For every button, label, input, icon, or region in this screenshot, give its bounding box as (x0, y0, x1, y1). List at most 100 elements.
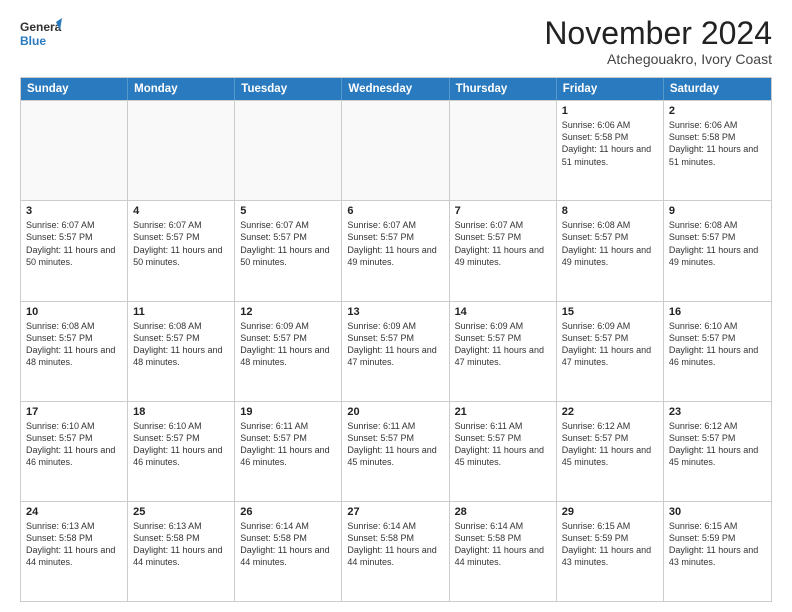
day-info: Sunrise: 6:14 AM Sunset: 5:58 PM Dayligh… (455, 521, 544, 567)
cal-cell: 23 Sunrise: 6:12 AM Sunset: 5:57 PM Dayli… (664, 402, 771, 501)
cal-cell: 12Sunrise: 6:09 AM Sunset: 5:57 PM Dayli… (235, 302, 342, 401)
day-number: 10 (26, 306, 122, 318)
day-info: Sunrise: 6:11 AM Sunset: 5:57 PM Dayligh… (347, 421, 436, 467)
day-number: 29 (562, 506, 658, 518)
day-info: Sunrise: 6:07 AM Sunset: 5:57 PM Dayligh… (26, 220, 115, 266)
cal-cell: 8 Sunrise: 6:08 AM Sunset: 5:57 PM Daylig… (557, 201, 664, 300)
cal-week-5: 24 Sunrise: 6:13 AM Sunset: 5:58 PM Dayli… (21, 501, 771, 601)
calendar-body: 1 Sunrise: 6:06 AM Sunset: 5:58 PM Daylig… (21, 100, 771, 601)
logo: General Blue (20, 16, 62, 52)
cal-cell: 28 Sunrise: 6:14 AM Sunset: 5:58 PM Dayli… (450, 502, 557, 601)
day-info: Sunrise: 6:15 AM Sunset: 5:59 PM Dayligh… (562, 521, 651, 567)
cal-cell (21, 101, 128, 200)
day-info: Sunrise: 6:09 AM Sunset: 5:57 PM Dayligh… (455, 321, 544, 367)
day-info: Sunrise: 6:11 AM Sunset: 5:57 PM Dayligh… (240, 421, 329, 467)
cal-cell: 11 Sunrise: 6:08 AM Sunset: 5:57 PM Dayli… (128, 302, 235, 401)
svg-text:General: General (20, 20, 62, 34)
day-info: Sunrise: 6:09 AM Sunset: 5:57 PM Dayligh… (347, 321, 436, 367)
cal-cell: 18 Sunrise: 6:10 AM Sunset: 5:57 PM Dayli… (128, 402, 235, 501)
day-number: 9 (669, 205, 766, 217)
day-number: 1 (562, 105, 658, 117)
day-info: Sunrise: 6:08 AM Sunset: 5:57 PM Dayligh… (26, 321, 115, 367)
day-number: 7 (455, 205, 551, 217)
logo-svg: General Blue (20, 16, 62, 52)
cal-cell: 27 Sunrise: 6:14 AM Sunset: 5:58 PM Dayli… (342, 502, 449, 601)
cal-cell: 21 Sunrise: 6:11 AM Sunset: 5:57 PM Dayli… (450, 402, 557, 501)
cal-header-cell: Wednesday (342, 78, 449, 100)
day-info: Sunrise: 6:13 AM Sunset: 5:58 PM Dayligh… (26, 521, 115, 567)
cal-cell: 1 Sunrise: 6:06 AM Sunset: 5:58 PM Daylig… (557, 101, 664, 200)
calendar: SundayMondayTuesdayWednesdayThursdayFrid… (20, 77, 772, 602)
cal-header-cell: Thursday (450, 78, 557, 100)
cal-cell: 13 Sunrise: 6:09 AM Sunset: 5:57 PM Dayli… (342, 302, 449, 401)
cal-header-cell: Sunday (21, 78, 128, 100)
cal-cell: 30Sunrise: 6:15 AM Sunset: 5:59 PM Dayli… (664, 502, 771, 601)
header: General Blue November 2024 Atchegouakro,… (20, 16, 772, 67)
cal-cell: 4 Sunrise: 6:07 AM Sunset: 5:57 PM Daylig… (128, 201, 235, 300)
cal-cell: 24 Sunrise: 6:13 AM Sunset: 5:58 PM Dayli… (21, 502, 128, 601)
day-info: Sunrise: 6:08 AM Sunset: 5:57 PM Dayligh… (562, 220, 651, 266)
day-number: 11 (133, 306, 229, 318)
day-info: Sunrise: 6:06 AM Sunset: 5:58 PM Dayligh… (562, 120, 651, 166)
day-number: 18 (133, 406, 229, 418)
day-number: 2 (669, 105, 766, 117)
cal-cell: 14 Sunrise: 6:09 AM Sunset: 5:57 PM Dayli… (450, 302, 557, 401)
cal-week-4: 17 Sunrise: 6:10 AM Sunset: 5:57 PM Dayli… (21, 401, 771, 501)
day-number: 12 (240, 306, 336, 318)
cal-header-cell: Tuesday (235, 78, 342, 100)
day-number: 14 (455, 306, 551, 318)
day-number: 6 (347, 205, 443, 217)
cal-cell: 6Sunrise: 6:07 AM Sunset: 5:57 PM Daylig… (342, 201, 449, 300)
day-number: 8 (562, 205, 658, 217)
cal-cell: 29 Sunrise: 6:15 AM Sunset: 5:59 PM Dayli… (557, 502, 664, 601)
day-number: 20 (347, 406, 443, 418)
day-info: Sunrise: 6:07 AM Sunset: 5:57 PM Dayligh… (455, 220, 544, 266)
day-number: 13 (347, 306, 443, 318)
cal-cell: 10 Sunrise: 6:08 AM Sunset: 5:57 PM Dayli… (21, 302, 128, 401)
day-number: 19 (240, 406, 336, 418)
day-info: Sunrise: 6:12 AM Sunset: 5:57 PM Dayligh… (669, 421, 758, 467)
day-number: 16 (669, 306, 766, 318)
cal-cell: 22Sunrise: 6:12 AM Sunset: 5:57 PM Dayli… (557, 402, 664, 501)
day-number: 25 (133, 506, 229, 518)
cal-week-3: 10 Sunrise: 6:08 AM Sunset: 5:57 PM Dayli… (21, 301, 771, 401)
cal-cell: 7 Sunrise: 6:07 AM Sunset: 5:57 PM Daylig… (450, 201, 557, 300)
day-number: 26 (240, 506, 336, 518)
day-info: Sunrise: 6:14 AM Sunset: 5:58 PM Dayligh… (240, 521, 329, 567)
cal-cell: 19 Sunrise: 6:11 AM Sunset: 5:57 PM Dayli… (235, 402, 342, 501)
cal-cell: 9 Sunrise: 6:08 AM Sunset: 5:57 PM Daylig… (664, 201, 771, 300)
day-info: Sunrise: 6:12 AM Sunset: 5:57 PM Dayligh… (562, 421, 651, 467)
day-info: Sunrise: 6:14 AM Sunset: 5:58 PM Dayligh… (347, 521, 436, 567)
day-info: Sunrise: 6:13 AM Sunset: 5:58 PM Dayligh… (133, 521, 222, 567)
day-info: Sunrise: 6:11 AM Sunset: 5:57 PM Dayligh… (455, 421, 544, 467)
cal-cell (342, 101, 449, 200)
cal-cell: 16Sunrise: 6:10 AM Sunset: 5:57 PM Dayli… (664, 302, 771, 401)
day-info: Sunrise: 6:10 AM Sunset: 5:57 PM Dayligh… (133, 421, 222, 467)
cal-header-cell: Friday (557, 78, 664, 100)
day-info: Sunrise: 6:08 AM Sunset: 5:57 PM Dayligh… (133, 321, 222, 367)
cal-cell: 3 Sunrise: 6:07 AM Sunset: 5:57 PM Daylig… (21, 201, 128, 300)
day-number: 4 (133, 205, 229, 217)
day-info: Sunrise: 6:10 AM Sunset: 5:57 PM Dayligh… (26, 421, 115, 467)
cal-cell: 17 Sunrise: 6:10 AM Sunset: 5:57 PM Dayli… (21, 402, 128, 501)
cal-cell: 20 Sunrise: 6:11 AM Sunset: 5:57 PM Dayli… (342, 402, 449, 501)
cal-header-cell: Saturday (664, 78, 771, 100)
day-number: 27 (347, 506, 443, 518)
cal-cell (450, 101, 557, 200)
cal-cell: 15Sunrise: 6:09 AM Sunset: 5:57 PM Dayli… (557, 302, 664, 401)
day-number: 21 (455, 406, 551, 418)
cal-header-cell: Monday (128, 78, 235, 100)
title-block: November 2024 Atchegouakro, Ivory Coast (544, 16, 772, 67)
cal-week-1: 1 Sunrise: 6:06 AM Sunset: 5:58 PM Daylig… (21, 100, 771, 200)
day-number: 23 (669, 406, 766, 418)
day-number: 24 (26, 506, 122, 518)
day-number: 17 (26, 406, 122, 418)
day-number: 5 (240, 205, 336, 217)
day-info: Sunrise: 6:08 AM Sunset: 5:57 PM Dayligh… (669, 220, 758, 266)
day-info: Sunrise: 6:09 AM Sunset: 5:57 PM Dayligh… (562, 321, 651, 367)
day-info: Sunrise: 6:15 AM Sunset: 5:59 PM Dayligh… (669, 521, 758, 567)
day-number: 28 (455, 506, 551, 518)
cal-cell: 2Sunrise: 6:06 AM Sunset: 5:58 PM Daylig… (664, 101, 771, 200)
day-number: 3 (26, 205, 122, 217)
day-info: Sunrise: 6:07 AM Sunset: 5:57 PM Dayligh… (133, 220, 222, 266)
